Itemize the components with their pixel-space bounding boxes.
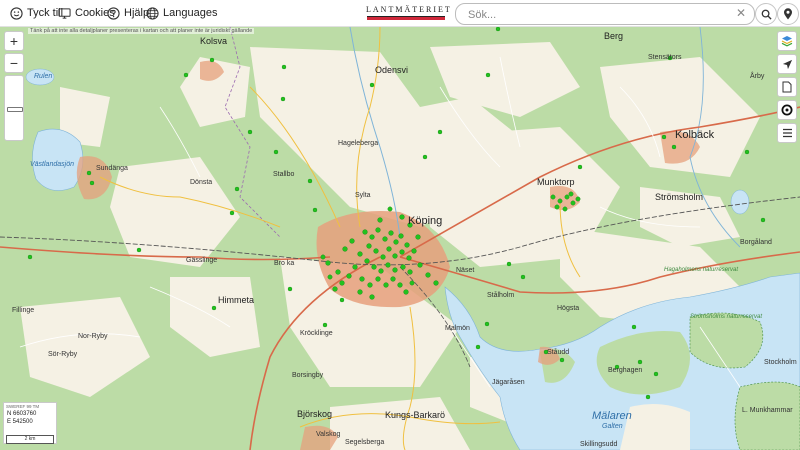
- place-label: Malmön: [445, 325, 470, 332]
- menu-button[interactable]: [777, 123, 797, 143]
- page-button[interactable]: [777, 77, 797, 97]
- map-view[interactable]: Tänk på att inte alla detaljplaner prese…: [0, 27, 800, 450]
- place-label: Hagaholmens naturreservat: [664, 267, 739, 273]
- place-label: Sylta: [355, 192, 371, 199]
- north-coordinate: N 6603760: [7, 411, 37, 417]
- clear-icon[interactable]: ✕: [736, 6, 746, 20]
- place-label: Himmeta: [218, 295, 255, 305]
- place-label: Stensätors: [648, 54, 682, 61]
- help-link[interactable]: Hjälp: [107, 5, 149, 21]
- place-label: Berghagen: [608, 367, 643, 374]
- layers-button[interactable]: [777, 31, 797, 51]
- place-label: Segelsberga: [345, 439, 385, 446]
- languages-label: Languages: [163, 7, 218, 19]
- map-base-layer: [0, 27, 800, 450]
- layers-icon: [781, 36, 793, 47]
- place-label: Valskog: [316, 431, 341, 438]
- place-label: Kungs-Barkarö: [385, 410, 446, 420]
- target-icon: [781, 104, 793, 116]
- place-label: Stockholm: [764, 359, 797, 366]
- place-label: Nor-Ryby: [78, 333, 108, 340]
- globe-icon: [146, 6, 159, 20]
- search-button[interactable]: [755, 3, 777, 25]
- map-pin-icon: [784, 8, 792, 20]
- place-label: Högsta: [557, 305, 580, 312]
- place-label: Borgåland: [740, 239, 772, 246]
- place-label: Stallbo: [273, 171, 295, 178]
- coordinate-system-label: SWEREF 99 TM: [6, 404, 40, 409]
- zoom-slider-handle[interactable]: [7, 107, 23, 112]
- place-label: Årby: [750, 73, 765, 80]
- place-label: Galten: [602, 423, 623, 430]
- zoom-out-button[interactable]: −: [4, 53, 24, 73]
- feedback-link[interactable]: Tyck till: [10, 5, 63, 21]
- place-label: Näset: [456, 267, 475, 274]
- place-label: Hageleberga: [338, 140, 379, 147]
- smiley-icon: [10, 6, 23, 20]
- place-label: Köping: [408, 215, 443, 227]
- place-label: Odensvi: [375, 65, 409, 75]
- place-label: Rulen: [34, 73, 53, 80]
- lantmateriet-logo[interactable]: LANTMÄTERIET: [366, 4, 452, 22]
- cookie-monitor-icon: [58, 7, 71, 19]
- plan-notice: Tänk på att inte alla detaljplaner prese…: [28, 28, 255, 34]
- search-input[interactable]: [466, 5, 720, 24]
- hamburger-menu-icon: [782, 128, 792, 138]
- east-coordinate: E 542500: [7, 419, 33, 425]
- place-label: Dönsta: [190, 179, 213, 186]
- logo-bar: [367, 16, 445, 20]
- place-label: Borsingby: [292, 372, 324, 379]
- place-label: Mälaren: [592, 410, 632, 422]
- search-icon: [761, 9, 772, 20]
- location-button[interactable]: [777, 3, 799, 25]
- help-icon: [107, 6, 120, 20]
- zoom-slider[interactable]: [4, 75, 24, 141]
- place-label: Munktorp: [537, 177, 575, 187]
- logo-text: LANTMÄTERIET: [366, 5, 452, 14]
- navigate-button[interactable]: [777, 54, 797, 74]
- place-label: Skillingsudd: [580, 441, 618, 448]
- zoom-in-button[interactable]: +: [4, 31, 24, 51]
- place-label: Gässlinge: [186, 257, 218, 264]
- place-label: Fillinge: [12, 307, 35, 314]
- document-icon: [782, 81, 792, 93]
- place-label: Stålholm: [487, 292, 515, 299]
- place-label: Jägaråsen: [492, 379, 525, 386]
- search-box: ✕: [455, 3, 755, 25]
- place-label: Sundänga: [96, 165, 128, 172]
- place-label: Ståudd: [547, 349, 570, 356]
- place-label: Västlandasjön: [30, 161, 74, 168]
- place-label: Strömsholm: [655, 192, 704, 202]
- scale-bar: 2 km: [6, 435, 54, 444]
- place-label: Kröcklinge: [300, 330, 333, 337]
- place-label: Sör-Ryby: [48, 351, 78, 358]
- navigation-arrow-icon: [782, 59, 792, 69]
- place-label: Björskog: [297, 409, 333, 419]
- place-label: Kolsva: [200, 36, 228, 46]
- place-label: L. Munkhammar: [742, 407, 793, 414]
- languages-link[interactable]: Languages: [146, 5, 217, 21]
- top-bar: Tyck till Cookies Hjälp Languages LANTMÄ…: [0, 0, 800, 27]
- place-label: Strömsholms naturreservat: [690, 314, 763, 320]
- compass-button[interactable]: [777, 100, 797, 120]
- place-label: Kolbäck: [675, 129, 715, 141]
- place-label: Bro ka: [274, 260, 295, 267]
- place-label: Berg: [604, 31, 624, 41]
